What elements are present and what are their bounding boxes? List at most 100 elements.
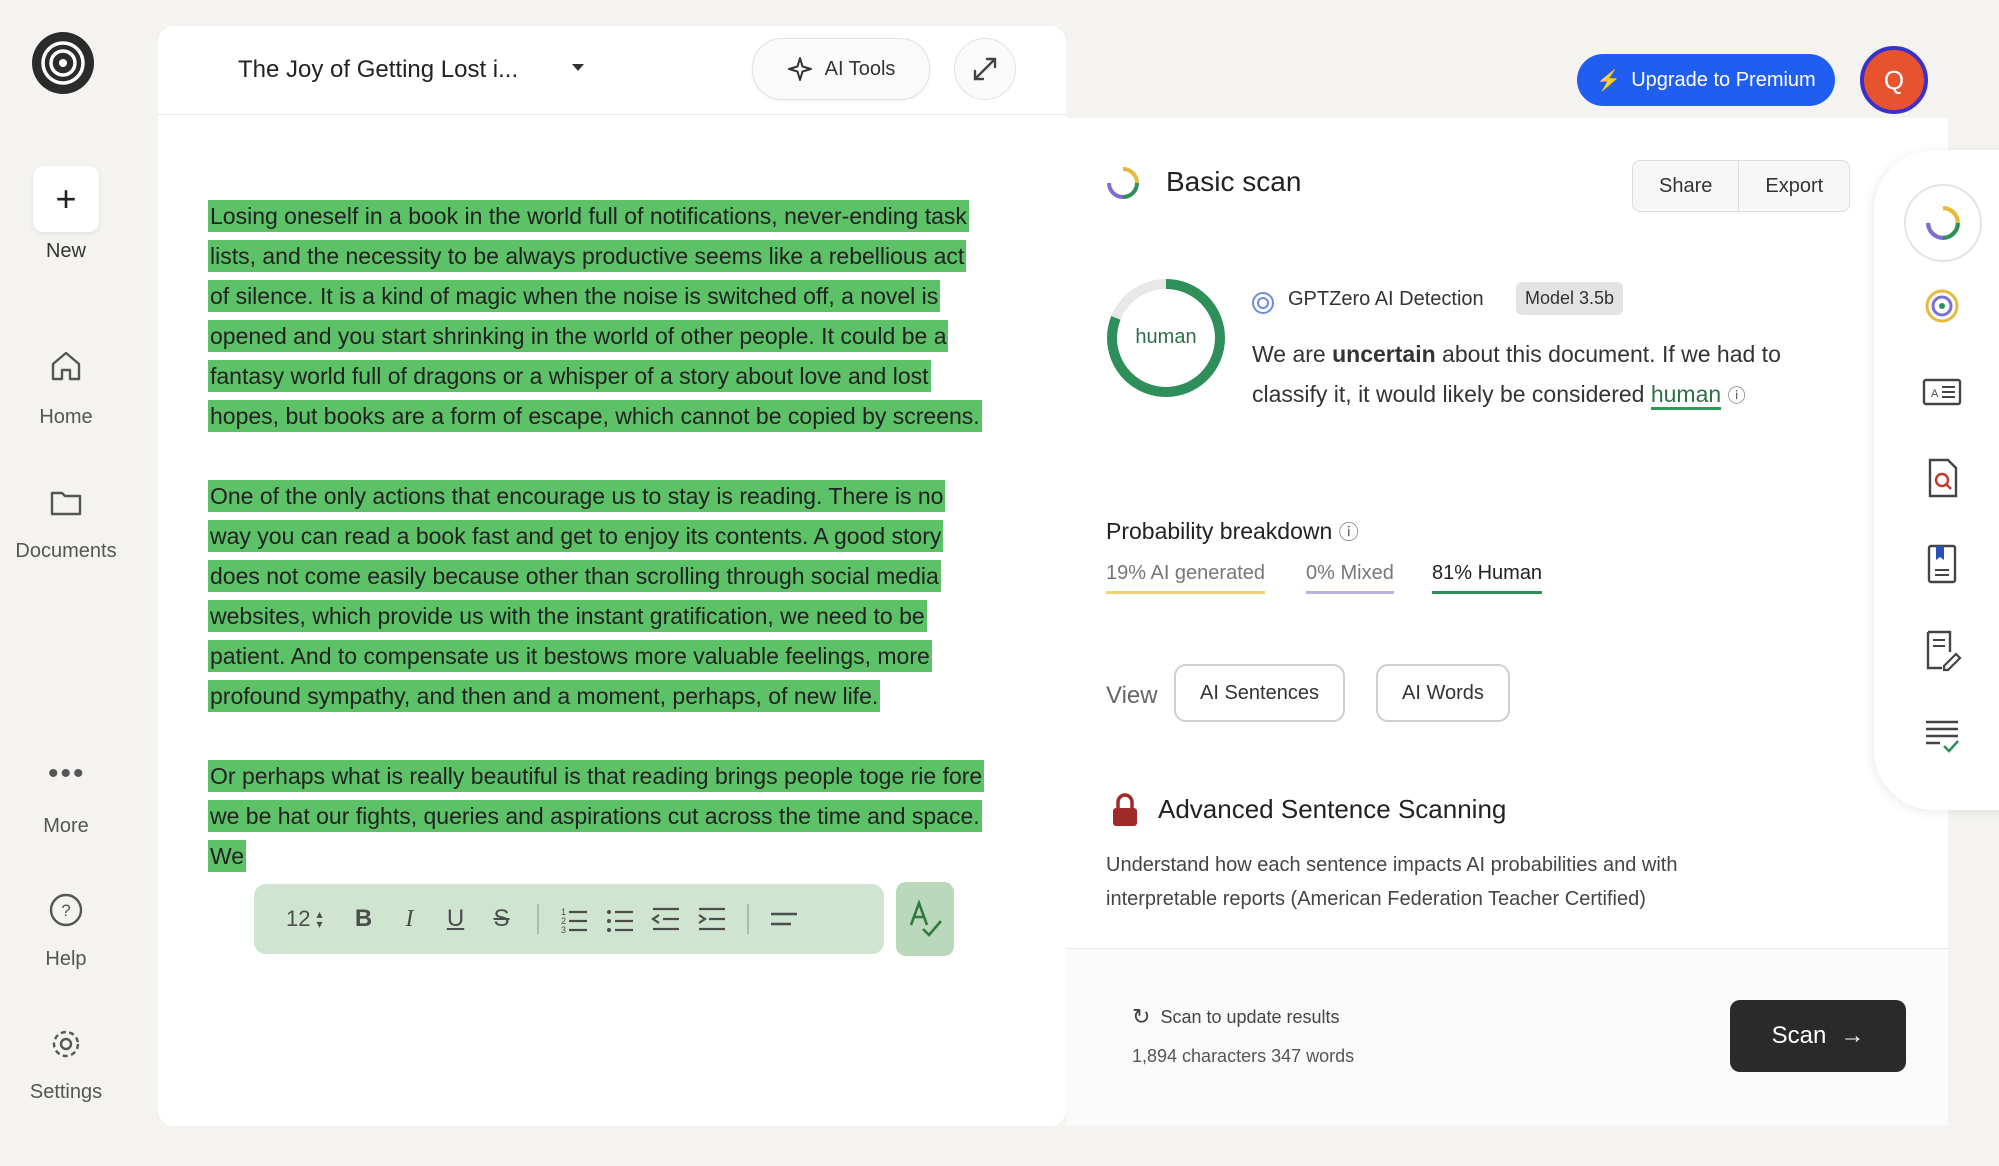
detection-label: GPTZero AI Detection xyxy=(1288,288,1484,310)
paragraph-text: Losing oneself in a book in the world fu… xyxy=(208,200,982,432)
svg-text:A: A xyxy=(1931,388,1939,400)
gauge-label: human xyxy=(1135,326,1197,348)
refresh-icon: ↻ xyxy=(1132,1004,1151,1029)
ai-sentences-button[interactable]: AI Sentences xyxy=(1174,664,1345,722)
advanced-title: Advanced Sentence Scanning xyxy=(1158,794,1507,824)
spellcheck-button[interactable] xyxy=(896,882,954,956)
document-edit-icon[interactable] xyxy=(1920,628,1964,672)
svg-text:?: ? xyxy=(61,901,70,920)
scan-header: Basic scan Share Export xyxy=(1066,118,1948,237)
paragraph-text: Or perhaps what is really beautiful is t… xyxy=(208,760,984,872)
scan-progress-icon xyxy=(1926,206,1960,240)
scan-button-label: Scan xyxy=(1771,1022,1827,1049)
new-document-button[interactable]: + xyxy=(33,166,99,232)
indent-icon[interactable] xyxy=(689,904,735,934)
document-editor: The Joy of Getting Lost i... AI Tools Lo… xyxy=(158,26,1066,1126)
share-button[interactable]: Share xyxy=(1633,161,1738,211)
scan-results-panel: Basic scan Share Export human GPTZero AI… xyxy=(1066,118,1948,1126)
avatar-initial: Q xyxy=(1883,64,1905,95)
document-title[interactable]: The Joy of Getting Lost i... xyxy=(238,56,518,84)
upgrade-premium-button[interactable]: ⚡ Upgrade to Premium xyxy=(1577,54,1835,106)
paragraph-1: Losing oneself in a book in the world fu… xyxy=(208,196,984,436)
info-icon[interactable]: ⓘ xyxy=(1339,522,1359,544)
home-icon[interactable] xyxy=(48,348,84,384)
spellcheck-icon xyxy=(909,899,942,937)
sparkle-icon xyxy=(787,57,812,81)
nav-settings-label[interactable]: Settings xyxy=(0,1081,132,1104)
model-badge: Model 3.5b xyxy=(1516,282,1624,315)
help-icon[interactable]: ? xyxy=(48,892,84,928)
divider xyxy=(536,904,539,934)
verdict-result: human xyxy=(1650,381,1722,410)
numbered-list-icon[interactable]: 1 2 3 xyxy=(551,904,597,934)
id-card-icon[interactable]: A xyxy=(1920,370,1964,414)
italic-icon[interactable]: I xyxy=(387,906,433,933)
info-icon[interactable]: ⓘ xyxy=(1728,386,1746,406)
lightning-icon: ⚡ xyxy=(1596,69,1622,92)
plus-icon: + xyxy=(55,178,77,219)
verdict-prefix: We are xyxy=(1252,341,1326,367)
verdict-strong: uncertain xyxy=(1332,341,1436,367)
document-search-icon[interactable] xyxy=(1920,456,1964,500)
paragraph-3: Or perhaps what is really beautiful is t… xyxy=(208,756,984,876)
scan-progress-icon xyxy=(1107,167,1139,199)
basic-scan-tab[interactable] xyxy=(1904,184,1982,262)
bold-icon[interactable]: B xyxy=(341,905,387,933)
ai-tools-label: AI Tools xyxy=(824,57,896,80)
scan-update-label: Scan to update results xyxy=(1160,1006,1340,1027)
expand-button[interactable] xyxy=(954,38,1016,100)
view-label: View xyxy=(1106,682,1158,709)
editor-header: The Joy of Getting Lost i... AI Tools xyxy=(158,26,1066,115)
svg-text:3: 3 xyxy=(561,925,566,934)
gptzero-icon xyxy=(1252,292,1274,314)
expand-icon xyxy=(973,57,997,81)
nav-home-label[interactable]: Home xyxy=(0,406,132,429)
advanced-description: Understand how each sentence impacts AI … xyxy=(1106,854,1678,910)
detection-result: human GPTZero AI Detection Model 3.5b We… xyxy=(1066,236,1948,473)
probability-title-text: Probability breakdown xyxy=(1106,518,1333,544)
settings-gear-icon[interactable] xyxy=(48,1026,84,1062)
nav-documents-label[interactable]: Documents xyxy=(0,540,132,563)
probability-title: Probability breakdown ⓘ xyxy=(1106,516,1359,545)
font-size-select[interactable]: 12 ▴ ▾ xyxy=(286,906,323,932)
align-icon[interactable] xyxy=(761,904,807,934)
lock-icon xyxy=(1113,793,1137,826)
checklist-icon[interactable] xyxy=(1920,714,1964,758)
paragraph-2: One of the only actions that encourage u… xyxy=(208,476,984,716)
divider xyxy=(746,904,749,934)
scan-button[interactable]: Scan → xyxy=(1730,1000,1906,1072)
export-button[interactable]: Export xyxy=(1738,161,1849,211)
document-counts: 1,894 characters 347 words xyxy=(1132,1046,1355,1066)
outdent-icon[interactable] xyxy=(643,904,689,934)
upgrade-label: Upgrade to Premium xyxy=(1631,68,1816,91)
user-avatar[interactable]: Q xyxy=(1860,46,1928,114)
strikethrough-icon[interactable]: S xyxy=(479,905,525,933)
scan-update-row: ↻ Scan to update results xyxy=(1132,1004,1340,1030)
prob-human: 81% Human xyxy=(1432,562,1543,594)
verdict-text: We are uncertain about this document. If… xyxy=(1252,334,1852,416)
prob-mixed: 0% Mixed xyxy=(1306,562,1394,594)
ai-words-button[interactable]: AI Words xyxy=(1376,664,1510,722)
gptzero-logo[interactable] xyxy=(32,32,94,94)
font-size-value: 12 xyxy=(286,906,311,931)
more-icon[interactable]: ••• xyxy=(48,759,86,789)
formatting-toolbar: 12 ▴ ▾ B I U S 1 2 3 xyxy=(254,884,884,954)
advanced-scanning: Advanced Sentence Scanning Understand ho… xyxy=(1066,752,1948,949)
prob-ai-generated: 19% AI generated xyxy=(1106,562,1266,594)
share-export-group: Share Export xyxy=(1632,160,1851,212)
arrow-right-icon: → xyxy=(1840,1022,1865,1049)
stepper-icon: ▴ ▾ xyxy=(316,907,323,931)
document-bookmark-icon[interactable] xyxy=(1920,542,1964,586)
new-label: New xyxy=(45,240,86,262)
paragraph-text: One of the only actions that encourage u… xyxy=(208,480,946,712)
chevron-down-icon[interactable] xyxy=(572,64,584,71)
tool-rail: A xyxy=(1874,150,1999,810)
ai-tools-button[interactable]: AI Tools xyxy=(752,38,930,100)
nav-help-label[interactable]: Help xyxy=(0,948,132,971)
bullet-list-icon[interactable] xyxy=(597,904,643,934)
underline-icon[interactable]: U xyxy=(433,905,479,933)
advanced-scan-icon[interactable] xyxy=(1920,284,1964,328)
probability-breakdown: Probability breakdown ⓘ 19% AI generated… xyxy=(1066,472,1948,637)
nav-more-label[interactable]: More xyxy=(0,815,132,838)
folder-icon[interactable] xyxy=(48,484,84,520)
